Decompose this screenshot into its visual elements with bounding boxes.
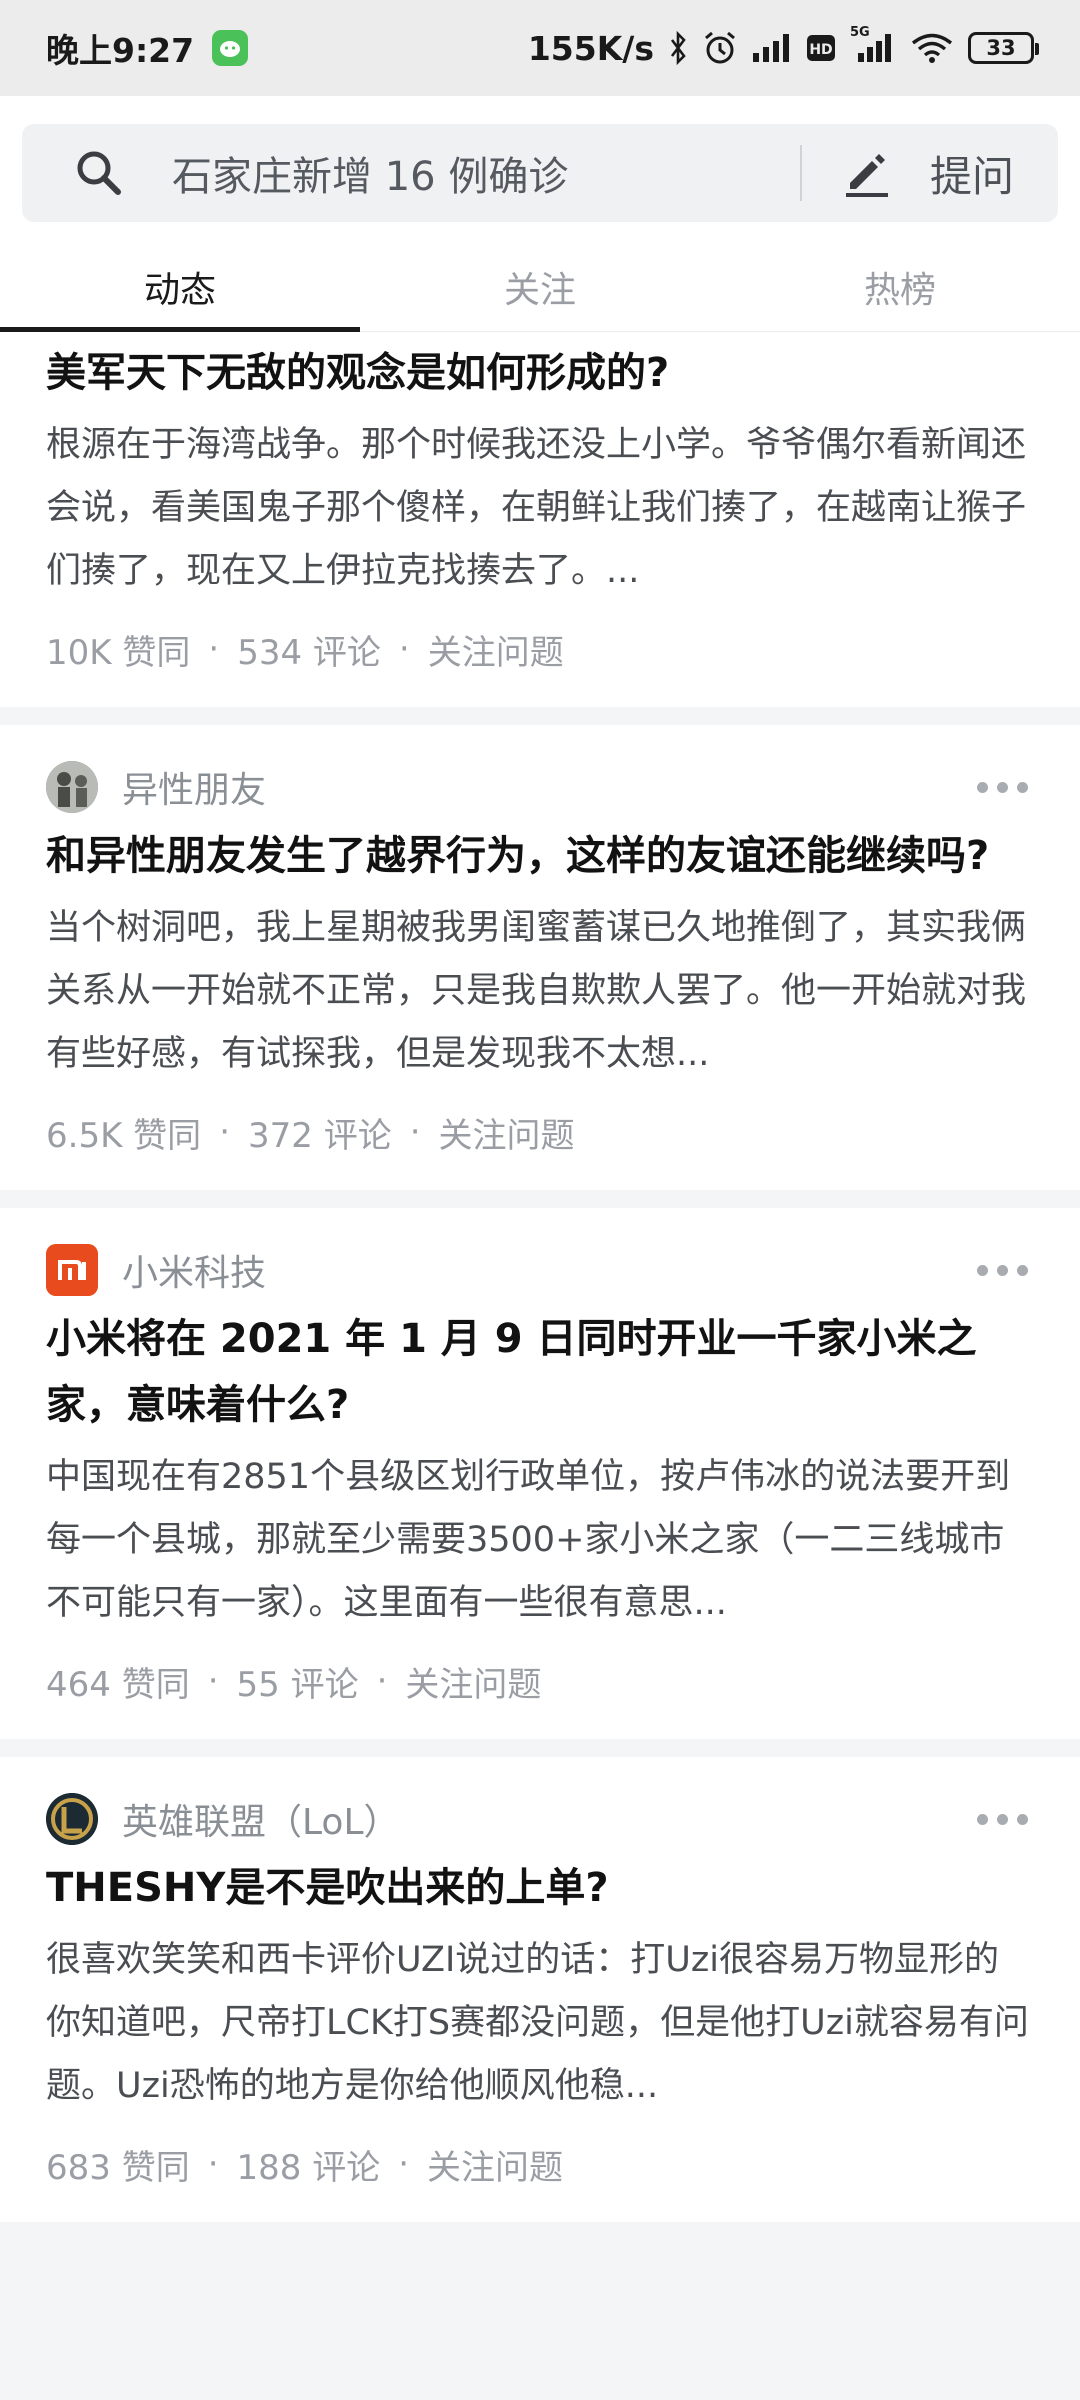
signal-icon — [752, 33, 792, 63]
more-options-icon[interactable] — [977, 781, 1028, 793]
search-bar[interactable]: 石家庄新增 16 例确诊 提问 — [22, 124, 1058, 222]
follow-question-link[interactable]: 关注问题 — [439, 1108, 575, 1157]
meta-separator: · — [207, 1661, 219, 1701]
feed-tabs: 动态 关注 热榜 — [0, 242, 1080, 332]
tab-following[interactable]: 关注 — [360, 242, 720, 331]
comments-count[interactable]: 372 评论 — [248, 1108, 392, 1157]
comments-count[interactable]: 188 评论 — [237, 2140, 381, 2189]
meta-separator: · — [409, 1112, 421, 1152]
meta-separator: · — [398, 2144, 410, 2184]
answer-excerpt[interactable]: 很喜欢笑笑和西卡评价UZI说过的话：打Uzi很容易万物显形的你知道吧，尺帝打LC… — [46, 1929, 1034, 2118]
battery-level: 33 — [986, 36, 1016, 60]
comments-count[interactable]: 55 评论 — [237, 1657, 359, 1706]
answer-excerpt[interactable]: 中国现在有2851个县级区划行政单位，按卢伟冰的说法要开到每一个县城，那就至少需… — [46, 1446, 1034, 1635]
comments-count[interactable]: 534 评论 — [237, 625, 381, 674]
card-header: 小米科技 — [46, 1208, 1034, 1304]
meta-separator: · — [376, 1661, 388, 1701]
feed-card[interactable]: 小米科技 小米将在 2021 年 1 月 9 日同时开业一千家小米之家，意味着什… — [0, 1208, 1080, 1739]
question-title[interactable]: THESHY是不是吹出来的上单? — [46, 1855, 1034, 1921]
svg-text:HD: HD — [809, 42, 832, 58]
pencil-icon — [845, 154, 888, 197]
follow-question-link[interactable]: 关注问题 — [405, 1657, 541, 1706]
question-title[interactable]: 小米将在 2021 年 1 月 9 日同时开业一千家小米之家，意味着什么? — [46, 1306, 1034, 1438]
battery-icon: 33 — [968, 32, 1039, 64]
card-meta: 683 赞同 · 188 评论 · 关注问题 — [46, 2118, 1034, 2222]
more-options-icon[interactable] — [977, 1264, 1028, 1276]
topic-name[interactable]: 小米科技 — [122, 1244, 266, 1296]
wechat-icon — [212, 30, 249, 66]
topic-name[interactable]: 英雄联盟（LoL） — [122, 1793, 400, 1845]
card-meta: 464 赞同 · 55 评论 · 关注问题 — [46, 1635, 1034, 1739]
status-bar: 晚上9:27 155K/s HD 5G 33 — [0, 0, 1080, 96]
meta-separator: · — [208, 629, 220, 669]
likes-count: 464 赞同 — [46, 1664, 190, 1705]
answer-excerpt[interactable]: 当个树洞吧，我上星期被我男闺蜜蓄谋已久地推倒了，其实我俩关系从一开始就不正常，只… — [46, 897, 1034, 1086]
follow-question-link[interactable]: 关注问题 — [427, 2140, 563, 2189]
signal-5g-icon: 5G — [850, 25, 896, 63]
search-icon — [77, 151, 121, 195]
hd-icon: HD — [806, 34, 836, 62]
wifi-icon — [910, 32, 954, 64]
feed-list: 美军天下无敌的观念是如何形成的? 根源在于海湾战争。那个时候我还没上小学。爷爷偶… — [0, 332, 1080, 2240]
topic-avatar[interactable] — [46, 1244, 98, 1296]
likes-count: 10K 赞同 — [46, 632, 191, 673]
search-input[interactable]: 石家庄新增 16 例确诊 — [172, 144, 800, 202]
tab-hot-list[interactable]: 热榜 — [720, 242, 1080, 331]
ask-question-button[interactable]: 提问 — [802, 124, 1058, 222]
feed-card[interactable]: 异性朋友 和异性朋友发生了越界行为，这样的友谊还能继续吗? 当个树洞吧，我上星期… — [0, 725, 1080, 1190]
alarm-icon — [702, 30, 738, 66]
card-meta: 10K 赞同 · 534 评论 · 关注问题 — [46, 603, 1034, 707]
follow-question-link[interactable]: 关注问题 — [428, 625, 564, 674]
meta-separator: · — [398, 629, 410, 669]
app-screen: 晚上9:27 155K/s HD 5G 33 石家庄新增 16 例确诊 提问 动… — [0, 0, 1080, 2400]
topic-name[interactable]: 异性朋友 — [122, 761, 266, 813]
feed-card[interactable]: 英雄联盟（LoL） THESHY是不是吹出来的上单? 很喜欢笑笑和西卡评价UZI… — [0, 1757, 1080, 2222]
meta-separator: · — [219, 1112, 230, 1152]
top-header: 石家庄新增 16 例确诊 提问 动态 关注 热榜 — [0, 96, 1080, 332]
question-title[interactable]: 和异性朋友发生了越界行为，这样的友谊还能继续吗? — [46, 823, 1034, 889]
ask-question-label: 提问 — [929, 151, 1014, 201]
network-speed: 155K/s — [527, 28, 654, 68]
tab-dynamic[interactable]: 动态 — [0, 242, 360, 332]
answer-excerpt[interactable]: 根源在于海湾战争。那个时候我还没上小学。爷爷偶尔看新闻还会说，看美国鬼子那个傻样… — [46, 414, 1034, 603]
question-title[interactable]: 美军天下无敌的观念是如何形成的? — [46, 340, 1034, 406]
feed-card[interactable]: 美军天下无敌的观念是如何形成的? 根源在于海湾战争。那个时候我还没上小学。爷爷偶… — [0, 332, 1080, 707]
card-header: 英雄联盟（LoL） — [46, 1757, 1034, 1853]
meta-separator: · — [207, 2144, 219, 2184]
card-header: 异性朋友 — [46, 725, 1034, 821]
topic-avatar[interactable] — [46, 1793, 98, 1845]
likes-count: 683 赞同 — [46, 2147, 190, 2188]
status-time: 晚上9:27 — [46, 31, 195, 70]
more-options-icon[interactable] — [977, 1813, 1028, 1825]
card-meta: 6.5K 赞同 · 372 评论 · 关注问题 — [46, 1086, 1034, 1190]
topic-avatar[interactable] — [46, 761, 98, 813]
likes-count: 6.5K 赞同 — [46, 1115, 202, 1156]
bluetooth-icon — [668, 31, 688, 65]
